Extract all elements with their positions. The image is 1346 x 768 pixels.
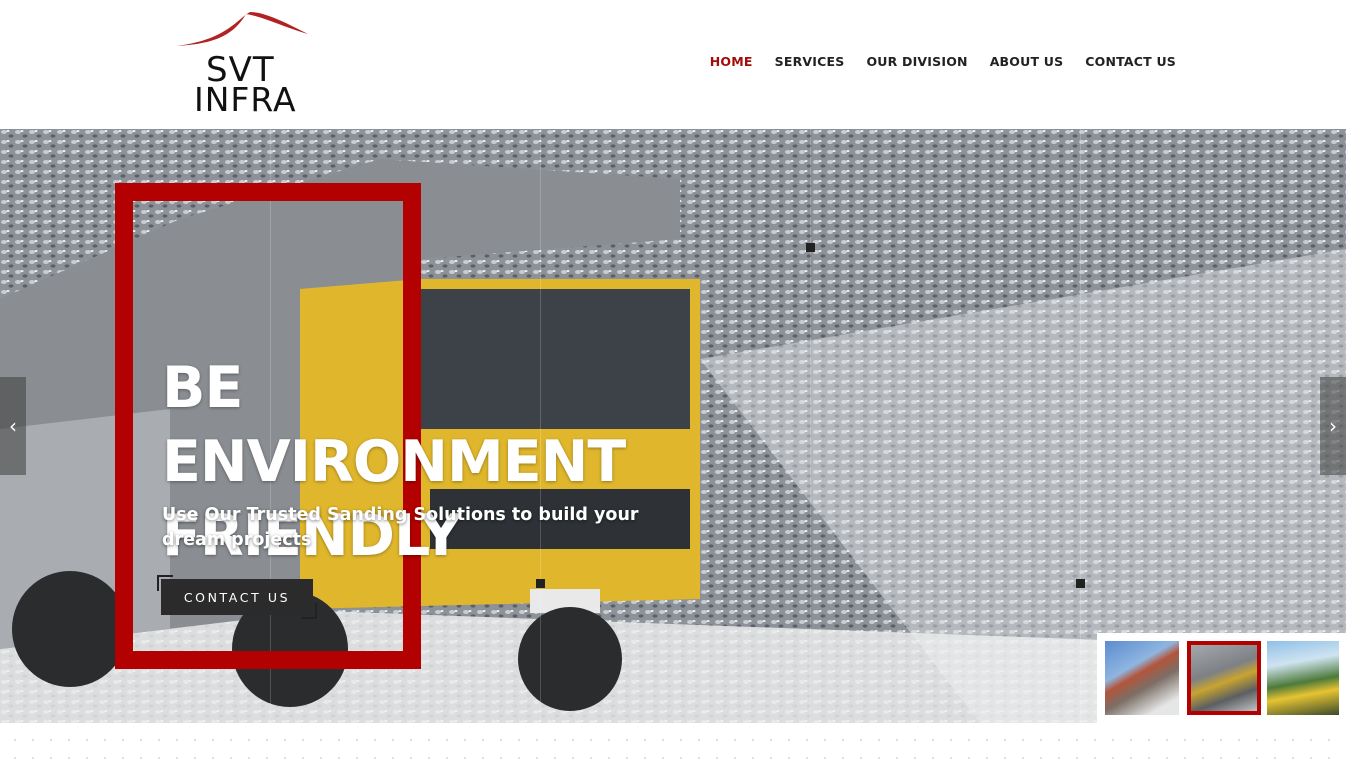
nav-item-home[interactable]: HOME <box>710 54 753 69</box>
site-header: SVT INFRA HOME SERVICES OUR DIVISION ABO… <box>0 0 1346 129</box>
thumbnail-yellow-truck[interactable] <box>1267 641 1339 715</box>
hero-title-line1: BE ENVIRONMENT <box>162 355 626 495</box>
brand-line2: INFRA <box>194 80 297 119</box>
slider-next-button[interactable]: › <box>1320 377 1346 475</box>
nav-item-our-division[interactable]: OUR DIVISION <box>866 54 967 69</box>
grid-line <box>810 129 811 723</box>
thumbnail-conveyor[interactable] <box>1105 641 1179 715</box>
grid-line <box>1080 129 1081 723</box>
contact-us-button[interactable]: CONTACT US <box>161 579 313 615</box>
dotted-divider <box>0 723 1346 768</box>
slider-prev-button[interactable]: ‹ <box>0 377 26 475</box>
chevron-left-icon: ‹ <box>9 414 17 438</box>
nav-item-contact-us[interactable]: CONTACT US <box>1085 54 1176 69</box>
hero-cta-wrapper: CONTACT US <box>157 575 317 619</box>
decor-dot <box>1076 579 1085 588</box>
thumbnail-dump-truck-active[interactable] <box>1187 641 1261 715</box>
decor-dot <box>806 243 815 252</box>
main-nav: HOME SERVICES OUR DIVISION ABOUT US CONT… <box>710 54 1176 69</box>
roof-icon <box>176 12 308 46</box>
brand-logo[interactable]: SVT INFRA <box>176 10 311 119</box>
nav-item-services[interactable]: SERVICES <box>775 54 845 69</box>
slider-thumbnails <box>1097 633 1346 723</box>
chevron-right-icon: › <box>1329 414 1337 438</box>
hero-subtitle: Use Our Trusted Sanding Solutions to bui… <box>162 505 639 550</box>
decor-dot <box>536 579 545 588</box>
nav-item-about-us[interactable]: ABOUT US <box>990 54 1064 69</box>
